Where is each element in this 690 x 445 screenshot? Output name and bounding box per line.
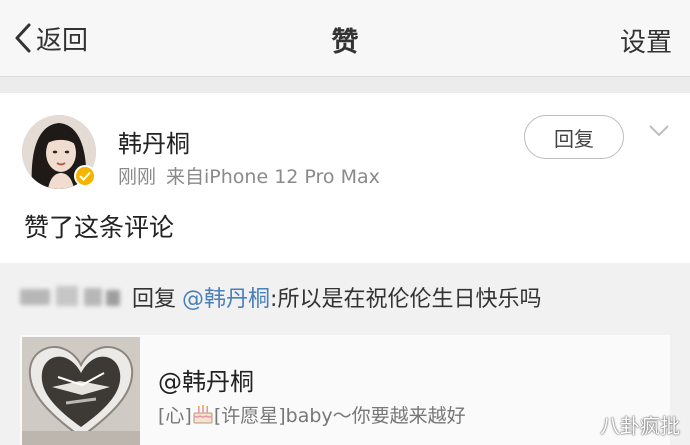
section-divider [0,77,690,93]
username[interactable]: 韩丹桐 [118,124,190,159]
verified-badge-icon [74,165,96,187]
blurred-username [20,284,124,310]
page-title: 赞 [331,27,359,58]
heart-emoji-text: [心] [158,405,192,427]
action-text: 赞了这条评论 [24,213,175,242]
cake-icon [193,405,213,424]
chevron-down-icon[interactable] [648,123,670,142]
quoted-comment: 回复 @韩丹桐 :所以是在祝伦伦生日快乐吗 [20,281,541,313]
navigation-bar: 返回 赞 设置 [0,0,690,77]
reply-button[interactable]: 回复 [524,115,624,159]
wish-text: [许愿星]baby～你要越来越好 [213,405,466,427]
post-thumbnail[interactable] [22,337,140,445]
like-notification-card[interactable]: 韩丹桐 刚刚 来自iPhone 12 Pro Max 回复 赞了这条评论 [0,93,690,263]
quoted-comment-area[interactable]: 回复 @韩丹桐 :所以是在祝伦伦生日快乐吗 @韩丹桐 [心] [许愿星]baby～… [0,263,690,445]
original-post-username[interactable]: @韩丹桐 [158,362,254,397]
source-device: 来自iPhone 12 Pro Max [166,166,380,188]
reply-prefix: 回复 [132,287,177,312]
post-meta: 刚刚 来自iPhone 12 Pro Max [118,162,380,189]
original-post-card[interactable]: @韩丹桐 [心] [许愿星]baby～你要越来越好 [20,335,670,445]
settings-button[interactable]: 设置 [620,22,672,59]
original-post-text: [心] [许愿星]baby～你要越来越好 [158,401,466,428]
watermark: 八卦疯批 [600,414,680,438]
timestamp: 刚刚 [118,166,157,188]
mention-link[interactable]: @韩丹桐 [182,281,270,313]
comment-text: :所以是在祝伦伦生日快乐吗 [270,287,542,312]
